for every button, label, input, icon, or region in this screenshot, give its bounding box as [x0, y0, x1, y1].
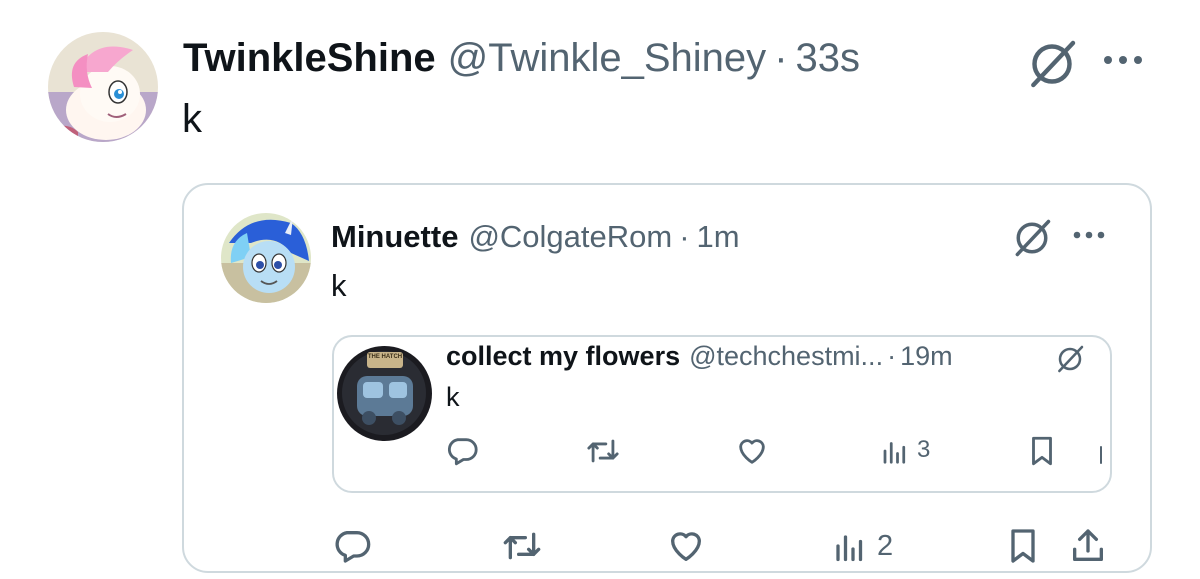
dot-separator: ·	[774, 36, 788, 80]
post-text: k	[182, 97, 202, 141]
dot-separator: ·	[887, 341, 897, 371]
repost-arrows-icon[interactable]	[584, 434, 622, 468]
bar-chart-icon[interactable]	[832, 528, 868, 564]
display-name[interactable]: collect my flowers	[446, 341, 680, 372]
share-icon-clipped[interactable]	[1100, 446, 1102, 464]
display-name[interactable]: TwinkleShine	[183, 36, 436, 81]
display-name[interactable]: Minuette	[331, 219, 458, 255]
avatar-collect-my-flowers[interactable]: THE HATCH	[337, 346, 432, 441]
avatar-twinkleshine[interactable]	[48, 32, 158, 142]
heart-icon[interactable]	[666, 526, 706, 566]
pony-avatar-image	[48, 32, 158, 142]
quote2-header: collect my flowers @techchestmi... · 19m	[446, 341, 953, 372]
grok-slash-icon[interactable]	[1024, 36, 1080, 92]
avatar-minuette[interactable]	[221, 213, 311, 303]
bar-chart-icon[interactable]	[880, 436, 910, 466]
more-dots-icon[interactable]	[1100, 48, 1146, 72]
heart-icon[interactable]	[735, 434, 769, 468]
pony-avatar-image	[221, 213, 311, 303]
grok-slash-icon[interactable]	[1010, 216, 1054, 260]
reply-bubble-icon[interactable]	[445, 434, 479, 468]
more-dots-icon[interactable]	[1070, 225, 1108, 245]
post-text: k	[331, 268, 347, 303]
post-text: k	[446, 382, 460, 412]
grok-slash-icon[interactable]	[1054, 343, 1086, 375]
bookmark-icon[interactable]	[1003, 526, 1043, 566]
views-count: 2	[877, 530, 894, 562]
bookmark-icon[interactable]	[1025, 434, 1059, 468]
reply-bubble-icon[interactable]	[332, 526, 372, 566]
quote1-header: Minuette @ColgateRom · 1m	[331, 219, 740, 255]
user-handle[interactable]: @techchestmi...	[689, 341, 883, 372]
share-upload-icon[interactable]	[1068, 526, 1108, 566]
post-time[interactable]: 1m	[697, 219, 740, 255]
views-count: 3	[917, 436, 931, 463]
post-time[interactable]: 33s	[796, 36, 861, 81]
user-handle[interactable]: @Twinkle_Shiney	[448, 36, 767, 81]
repost-arrows-icon[interactable]	[500, 526, 544, 566]
top-post-header: TwinkleShine @Twinkle_Shiney · 33s	[183, 36, 860, 81]
post-time[interactable]: 19m	[900, 341, 953, 372]
avatar-badge-text: THE HATCH	[367, 354, 403, 360]
user-handle[interactable]: @ColgateRom	[468, 219, 672, 255]
dot-separator: ·	[679, 219, 690, 254]
